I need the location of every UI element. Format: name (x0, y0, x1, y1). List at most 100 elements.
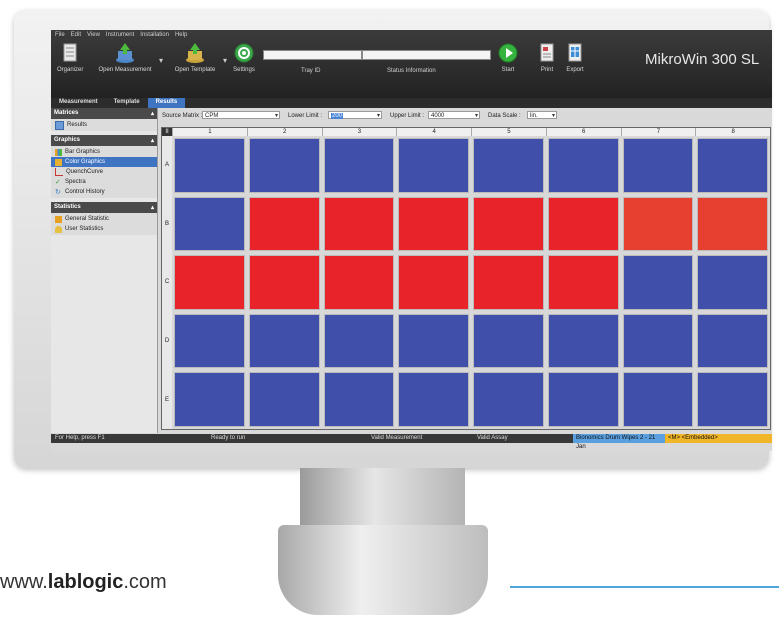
source-matrix-select[interactable]: CPM ▾ (202, 111, 280, 119)
grid-cell-c5[interactable] (471, 253, 546, 312)
grid-cell-a4[interactable] (396, 136, 471, 195)
statistics-header[interactable]: Statistics ▴ (51, 202, 157, 213)
play-icon (498, 42, 518, 64)
menu-file[interactable]: File (55, 32, 65, 38)
grid-cell-e8[interactable] (695, 370, 770, 429)
print-label: Print (540, 67, 554, 73)
open-measurement-button[interactable]: Open Measurement (93, 42, 157, 73)
graphics-header[interactable]: Graphics ▴ (51, 135, 157, 146)
grid-cell-b3[interactable] (321, 194, 397, 254)
grid-cell-a8[interactable] (695, 136, 770, 195)
column-header: 5 (471, 128, 546, 136)
grid-cell-b4[interactable] (396, 194, 471, 254)
chevron-down-icon: ▾ (376, 113, 380, 119)
sidebar-item-label: Color Graphics (65, 159, 106, 165)
sidebar-item-spectra[interactable]: ✓ Spectra (51, 177, 157, 187)
grid-cell-a5[interactable] (471, 136, 546, 195)
grid-cell-d7[interactable] (620, 311, 696, 371)
grid-cell-c1[interactable] (172, 253, 247, 312)
website-url: www.lablogic.com (0, 571, 167, 594)
tray-id-field[interactable] (263, 50, 362, 60)
sidebar-item-results[interactable]: Results (51, 120, 157, 130)
menu-view[interactable]: View (87, 32, 100, 38)
grid-cell-d2[interactable] (246, 311, 322, 371)
grid-cell-c2[interactable] (246, 253, 322, 312)
sidebar-item-label: General Statistic (65, 216, 110, 222)
column-header: 7 (620, 128, 696, 136)
tab-measurement[interactable]: Measurement (51, 98, 106, 108)
lower-limit-select[interactable]: 200 ▾ (328, 111, 382, 119)
grid-cell-a7[interactable] (620, 136, 696, 195)
menu-instrument[interactable]: Instrument (106, 32, 134, 38)
grid-cell-a1[interactable] (172, 136, 247, 195)
grid-cell-b2[interactable] (246, 194, 322, 254)
grid-cell-d8[interactable] (695, 311, 770, 371)
sidebar-item-general-statistic[interactable]: General Statistic (51, 214, 157, 224)
menu-installation[interactable]: Installation (140, 32, 169, 38)
collapse-icon[interactable]: ▴ (151, 204, 154, 211)
grid-cell-e1[interactable] (172, 370, 247, 429)
sidebar-item-quenchcurve[interactable]: QuenchCurve (51, 167, 157, 177)
menu-edit[interactable]: Edit (71, 32, 81, 38)
open-measurement-label: Open Measurement (98, 67, 152, 73)
start-button[interactable]: Start (497, 42, 519, 73)
settings-button[interactable]: Settings (231, 42, 257, 73)
grid-cell-b8[interactable] (695, 194, 770, 254)
sidebar-item-user-statistics[interactable]: User Statistics (51, 224, 157, 234)
collapse-icon[interactable]: ▴ (151, 110, 154, 117)
status-valid-measurement: Valid Measurement (371, 435, 423, 441)
tab-results[interactable]: Results (147, 98, 186, 108)
grid-cell-c3[interactable] (321, 253, 397, 312)
grid-cell-a3[interactable] (321, 136, 397, 195)
grid-cell-b1[interactable] (172, 194, 247, 254)
grid-cell-e2[interactable] (246, 370, 322, 429)
grid-cell-d1[interactable] (172, 311, 247, 371)
collapse-icon[interactable]: ▴ (151, 137, 154, 144)
grid-cell-d5[interactable] (471, 311, 546, 371)
print-button[interactable]: Print (537, 42, 557, 73)
export-button[interactable]: Export (563, 42, 587, 73)
data-scale-select[interactable]: lin. ▾ (527, 111, 557, 119)
plate-color-grid: II 12345678 ABCDE (161, 127, 771, 430)
open-template-button[interactable]: Open Template (169, 42, 221, 73)
grid-options-bar: Source Matrix : CPM ▾ Lower Limit : 200 ▾ … (158, 110, 772, 122)
grid-cell-e3[interactable] (321, 370, 397, 429)
grid-cell-d3[interactable] (321, 311, 397, 371)
upper-limit-select[interactable]: 4000 ▾ (428, 111, 480, 119)
grid-cell-b6[interactable] (545, 194, 621, 254)
grid-cell-c6[interactable] (545, 253, 621, 312)
grid-cell-c7[interactable] (620, 253, 696, 312)
open-measurement-dropdown-icon[interactable]: ▾ (159, 56, 163, 65)
grid-cell-c4[interactable] (396, 253, 471, 312)
grid-cell-d4[interactable] (396, 311, 471, 371)
organizer-button[interactable]: Organizer (57, 42, 83, 73)
sidebar-item-color-graphics[interactable]: Color Graphics (51, 157, 157, 167)
upper-limit-label: Upper Limit : (390, 113, 425, 119)
open-template-dropdown-icon[interactable]: ▾ (223, 56, 227, 65)
sidebar-item-bar-graphics[interactable]: Bar Graphics (51, 147, 157, 157)
grid-cell-d6[interactable] (545, 311, 621, 371)
row-header: C (162, 253, 172, 312)
grid-cell-e6[interactable] (545, 370, 621, 429)
menu-help[interactable]: Help (175, 32, 187, 38)
matrices-header[interactable]: Matrices ▴ (51, 108, 157, 119)
grid-cell-a2[interactable] (246, 136, 322, 195)
data-scale-label: Data Scale : (488, 113, 521, 119)
grid-cell-c8[interactable] (695, 253, 770, 312)
bar-chart-icon (55, 148, 62, 156)
menu-bar: File Edit View Instrument Installation H… (55, 32, 187, 38)
grid-cell-b7[interactable] (620, 194, 696, 254)
grid-cell-e7[interactable] (620, 370, 696, 429)
grid-cell-b5[interactable] (471, 194, 546, 254)
grid-cell-e5[interactable] (471, 370, 546, 429)
tray-id-label: Tray ID (301, 68, 321, 74)
tab-template[interactable]: Template (106, 98, 148, 108)
sidebar-item-control-history[interactable]: ↻ Control History (51, 187, 157, 197)
status-information-field (362, 50, 491, 60)
sidebar: Matrices ▴ Results Graphics ▴ Bar Graphics… (51, 108, 158, 433)
grid-cell-e4[interactable] (396, 370, 471, 429)
column-header: 1 (172, 128, 247, 136)
grid-cell-a6[interactable] (545, 136, 621, 195)
chevron-down-icon: ▾ (274, 113, 278, 119)
status-assay-name: Bionomics Drum Wipes 2 - 21 Jan (573, 434, 665, 450)
